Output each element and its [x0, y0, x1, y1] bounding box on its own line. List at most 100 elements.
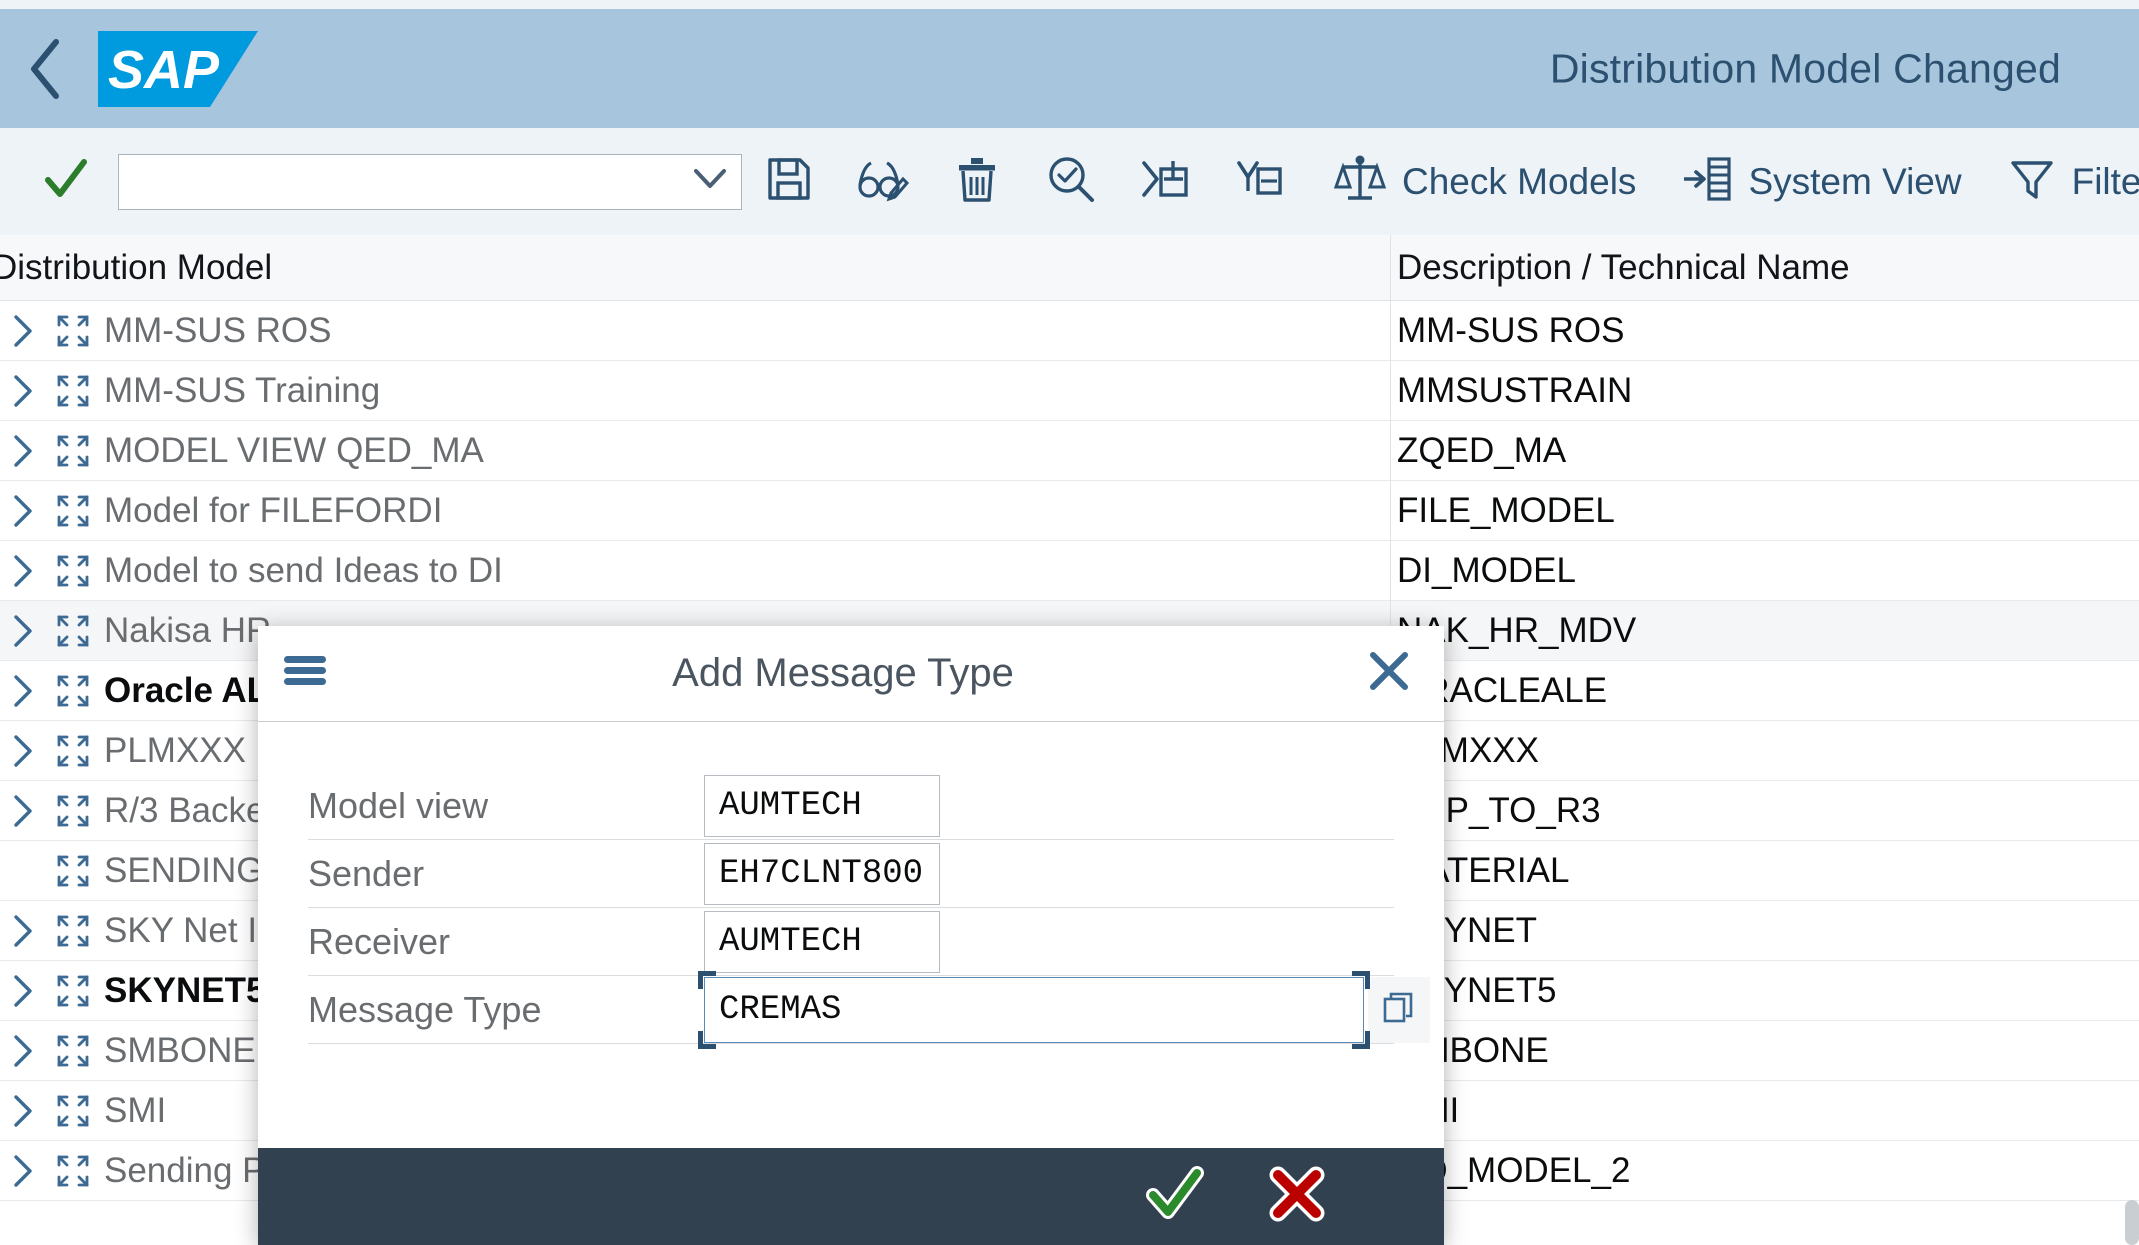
- row-expand-chevron-icon[interactable]: [0, 914, 46, 948]
- hamburger-menu-icon: [282, 653, 328, 694]
- model-node-icon: [46, 1154, 100, 1188]
- chevron-down-icon: [693, 167, 727, 196]
- filter-label: Filter: [2071, 160, 2139, 202]
- dialog-header: Add Message Type: [258, 626, 1444, 722]
- model-view-input[interactable]: AUMTECH: [704, 774, 940, 837]
- form-row-message-type: Message Type CREMAS: [308, 970, 1430, 1049]
- dialog-cancel-button[interactable]: [1262, 1162, 1332, 1232]
- row-expand-chevron-icon[interactable]: [0, 794, 46, 828]
- model-view-combobox[interactable]: [118, 153, 742, 210]
- save-icon: [765, 155, 813, 208]
- cell-distribution-model: PLMXXX: [0, 731, 246, 771]
- cell-distribution-model: Model to send Ideas to DI: [0, 551, 503, 591]
- message-type-field-group: CREMAS: [698, 970, 1430, 1049]
- green-check-icon: [1146, 1165, 1204, 1228]
- search-button[interactable]: [1024, 146, 1118, 218]
- cell-distribution-model: Oracle ALE: [0, 671, 291, 711]
- system-view-label: System View: [1748, 160, 1962, 202]
- add-filter-group-icon: [1234, 155, 1284, 208]
- row-model-name: SMBONE: [104, 1030, 256, 1070]
- receiver-input[interactable]: AUMTECH: [704, 910, 940, 973]
- system-view-button[interactable]: System View: [1664, 146, 1979, 218]
- row-expand-chevron-icon[interactable]: [0, 1154, 46, 1188]
- column-header-description[interactable]: Description / Technical Name: [1397, 248, 1850, 288]
- back-button[interactable]: [0, 9, 92, 128]
- model-node-icon: [46, 374, 100, 408]
- column-header-distribution-model[interactable]: Distribution Model: [0, 248, 272, 288]
- cell-description-technical-name: ZQED_MA: [1397, 430, 1567, 470]
- cell-description-technical-name: MM-SUS ROS: [1397, 310, 1625, 350]
- toolbar-confirm-button[interactable]: [36, 152, 96, 212]
- model-node-icon: [46, 734, 100, 768]
- row-model-name: PLMXXX: [104, 730, 246, 770]
- row-model-name: Model to send Ideas to DI: [104, 550, 503, 590]
- row-expand-chevron-icon[interactable]: [0, 434, 46, 468]
- cell-distribution-model: MM-SUS ROS: [0, 311, 332, 351]
- cell-distribution-model: SKYNET5: [0, 971, 265, 1011]
- message-type-input[interactable]: CREMAS: [698, 970, 1370, 1049]
- row-expand-chevron-icon[interactable]: [0, 674, 46, 708]
- table-row[interactable]: Model to send Ideas to DI DI_MODEL: [0, 541, 2139, 601]
- cell-description-technical-name: MMSUSTRAIN: [1397, 370, 1633, 410]
- vertical-scrollbar-thumb[interactable]: [2125, 1200, 2139, 1245]
- row-model-name: Model for FILEFORDI: [104, 490, 443, 530]
- row-expand-chevron-icon[interactable]: [0, 374, 46, 408]
- sender-label: Sender: [308, 852, 425, 894]
- focus-corner-top-right: [1352, 970, 1370, 989]
- row-model-name: SKYNET5: [104, 970, 266, 1010]
- cell-description-technical-name: FILE_MODEL: [1397, 490, 1615, 530]
- row-expand-chevron-icon[interactable]: [0, 494, 46, 528]
- table-row[interactable]: MODEL VIEW QED_MA ZQED_MA: [0, 421, 2139, 481]
- close-x-icon: [1367, 649, 1411, 698]
- model-node-icon: [46, 554, 100, 588]
- search-magnifier-icon: [1046, 154, 1096, 209]
- message-type-value-help-button[interactable]: [1368, 976, 1430, 1043]
- page-title: Distribution Model Changed: [1549, 45, 2061, 91]
- form-row-receiver: Receiver AUMTECH: [308, 908, 1394, 976]
- row-expand-chevron-icon[interactable]: [0, 1034, 46, 1068]
- dialog-confirm-button[interactable]: [1140, 1162, 1210, 1232]
- sap-logo[interactable]: SAP: [98, 30, 258, 107]
- row-expand-chevron-icon[interactable]: [0, 974, 46, 1008]
- scales-balance-icon: [1333, 153, 1387, 210]
- row-expand-chevron-icon[interactable]: [0, 314, 46, 348]
- model-node-icon: [46, 974, 100, 1008]
- chevron-left-icon: [26, 37, 66, 101]
- dialog-footer: [258, 1148, 1444, 1245]
- table-row[interactable]: MM-SUS ROS MM-SUS ROS: [0, 301, 2139, 361]
- sender-input[interactable]: EH7CLNT800: [704, 842, 940, 905]
- system-view-list-icon: [1682, 154, 1732, 209]
- dialog-close-button[interactable]: [1334, 626, 1444, 722]
- save-button[interactable]: [742, 146, 836, 218]
- cell-distribution-model: SMBONE: [0, 1031, 256, 1071]
- add-message-type-dialog: Add Message Type Model view AUMTECH Send…: [258, 626, 1444, 1245]
- dialog-title: Add Message Type: [672, 651, 1014, 695]
- dialog-menu-button[interactable]: [258, 626, 352, 722]
- cell-distribution-model: Nakisa HR: [0, 611, 271, 651]
- model-view-label: Model view: [308, 784, 489, 826]
- model-node-icon: [46, 854, 100, 888]
- table-row[interactable]: MM-SUS Training MMSUSTRAIN: [0, 361, 2139, 421]
- dialog-form: Model view AUMTECH Sender EH7CLNT800 Rec…: [258, 722, 1444, 1148]
- svg-text:SAP: SAP: [108, 40, 220, 100]
- window-top-strip: [0, 0, 2139, 9]
- add-filter-group-button[interactable]: [1212, 146, 1306, 218]
- row-expand-chevron-icon[interactable]: [0, 1094, 46, 1128]
- row-expand-chevron-icon[interactable]: [0, 614, 46, 648]
- delete-button[interactable]: [930, 146, 1024, 218]
- cell-distribution-model: SMI: [0, 1091, 166, 1131]
- model-node-icon: [46, 794, 100, 828]
- check-models-button[interactable]: Check Models: [1316, 146, 1654, 218]
- cell-distribution-model: Model for FILEFORDI: [0, 491, 442, 531]
- filter-button[interactable]: Filter: [1990, 146, 2139, 218]
- edit-button[interactable]: [836, 146, 930, 218]
- row-expand-chevron-icon[interactable]: [0, 554, 46, 588]
- model-node-icon: [46, 434, 100, 468]
- model-node-icon: [46, 914, 100, 948]
- add-message-type-button[interactable]: [1118, 146, 1212, 218]
- funnel-filter-icon: [2008, 155, 2056, 208]
- focus-corner-bottom-right: [1352, 1030, 1370, 1049]
- action-toolbar: Check Models System View Filte: [0, 128, 2139, 235]
- table-row[interactable]: Model for FILEFORDI FILE_MODEL: [0, 481, 2139, 541]
- row-expand-chevron-icon[interactable]: [0, 734, 46, 768]
